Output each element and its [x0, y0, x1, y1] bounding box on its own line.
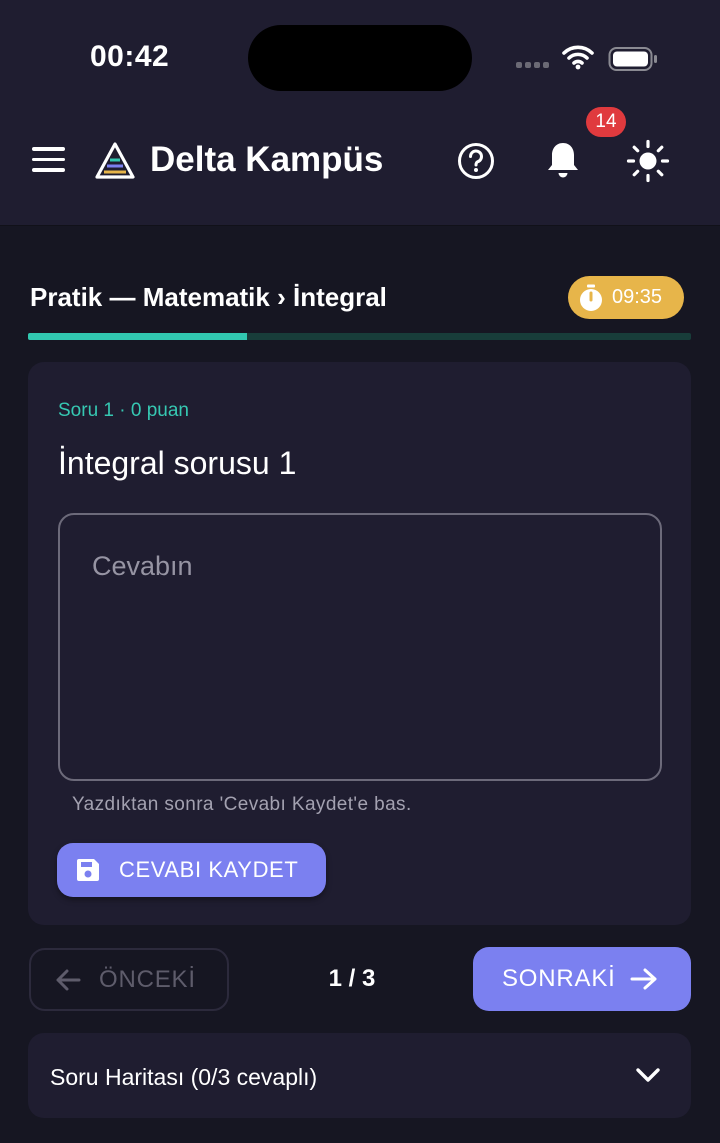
save-button-label: CEVABI KAYDET [119, 857, 299, 882]
question-map-toggle[interactable]: Soru Haritası (0/3 cevaplı) [28, 1033, 691, 1118]
help-circle-icon[interactable] [456, 141, 496, 181]
next-button[interactable]: SONRAKİ [473, 947, 691, 1011]
floppy-disk-icon [77, 859, 99, 881]
page-indicator: 1 / 3 [328, 965, 376, 992]
answer-input[interactable] [58, 513, 662, 781]
question-map-label: Soru Haritası (0/3 cevaplı) [50, 1064, 318, 1090]
dynamic-island [248, 25, 472, 91]
menu-button[interactable] [32, 147, 68, 177]
page-title: Pratik — Matematik › İntegral [30, 282, 387, 312]
progress-bar [28, 333, 691, 340]
answer-hint: Yazdıktan sonra 'Cevabı Kaydet'e bas. [72, 794, 412, 815]
chevron-down-icon [636, 1068, 660, 1082]
question-meta: Soru 1 · 0 puan [58, 400, 189, 421]
next-button-label: SONRAKİ [502, 965, 616, 992]
delta-logo-icon [95, 142, 135, 179]
notification-badge: 14 [586, 107, 626, 137]
cellular-signal-icon [516, 62, 549, 68]
menu-icon [32, 147, 68, 172]
app-header: Delta Kampüs 14 [0, 107, 720, 226]
save-answer-button[interactable]: CEVABI KAYDET [57, 843, 326, 897]
arrow-left-icon [56, 969, 81, 990]
sun-icon[interactable] [626, 139, 670, 183]
bell-icon[interactable] [543, 139, 583, 183]
timer-badge: 09:35 [568, 276, 684, 319]
progress-fill [28, 333, 247, 340]
previous-button[interactable]: ÖNCEKİ [29, 948, 229, 1011]
question-card: Soru 1 · 0 puan İntegral sorusu 1 Yazdık… [28, 362, 691, 925]
question-title: İntegral sorusu 1 [58, 445, 297, 481]
app-brand: Delta Kampüs [150, 140, 384, 179]
wifi-icon [562, 45, 594, 70]
battery-icon [608, 47, 657, 71]
status-bar: 00:42 [0, 0, 720, 110]
timer-text: 09:35 [612, 286, 663, 308]
stopwatch-icon [580, 284, 602, 311]
arrow-right-icon [630, 968, 657, 990]
status-time: 00:42 [90, 40, 170, 73]
previous-button-label: ÖNCEKİ [99, 965, 196, 993]
